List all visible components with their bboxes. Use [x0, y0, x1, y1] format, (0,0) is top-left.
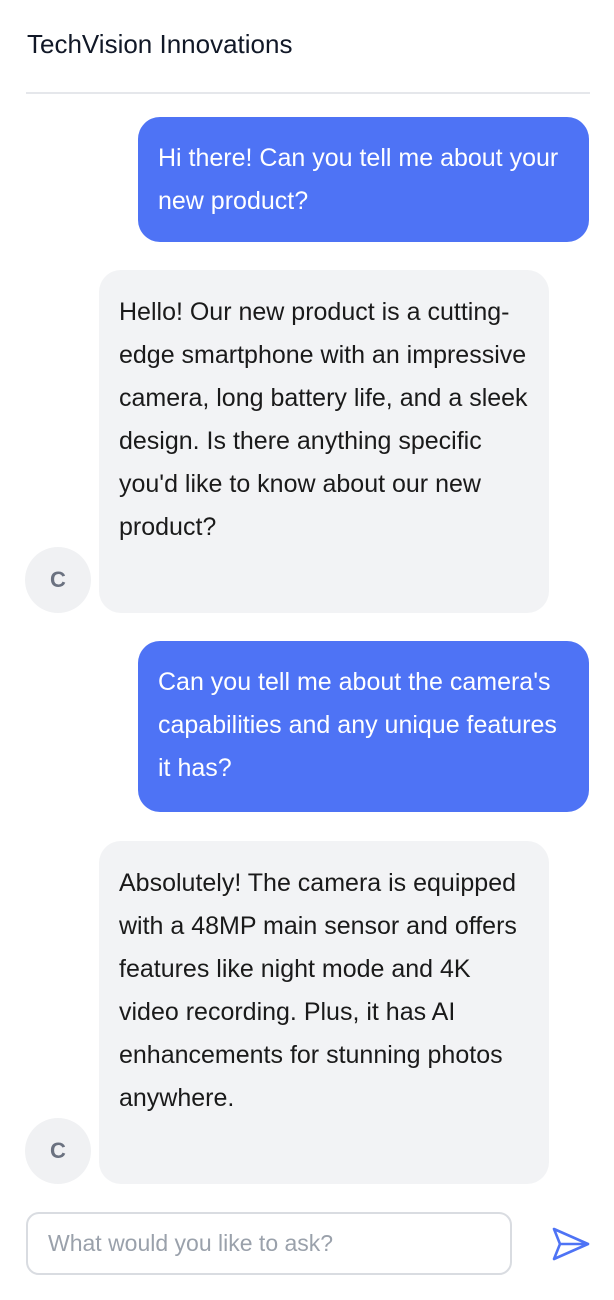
assistant-message: Hello! Our new product is a cutting-edge… — [99, 270, 549, 613]
message-text: Absolutely! The camera is equipped with … — [119, 869, 517, 1112]
avatar: C — [25, 1118, 91, 1184]
message-text: Hi there! Can you tell me about your new… — [158, 144, 559, 215]
message-input[interactable] — [28, 1214, 510, 1273]
avatar: C — [25, 547, 91, 613]
send-arrow-icon — [552, 1227, 590, 1261]
chat-app: TechVision Innovations Hi there! Can you… — [0, 0, 614, 1300]
chat-header: TechVision Innovations — [26, 0, 590, 94]
message-text: Can you tell me about the camera's capab… — [158, 668, 557, 782]
assistant-message: Absolutely! The camera is equipped with … — [99, 841, 549, 1184]
user-message: Hi there! Can you tell me about your new… — [138, 117, 589, 242]
message-text: Hello! Our new product is a cutting-edge… — [119, 298, 528, 541]
user-message: Can you tell me about the camera's capab… — [138, 641, 589, 812]
message-composer — [26, 1212, 512, 1275]
page-title: TechVision Innovations — [27, 29, 293, 59]
send-button[interactable] — [550, 1224, 592, 1264]
